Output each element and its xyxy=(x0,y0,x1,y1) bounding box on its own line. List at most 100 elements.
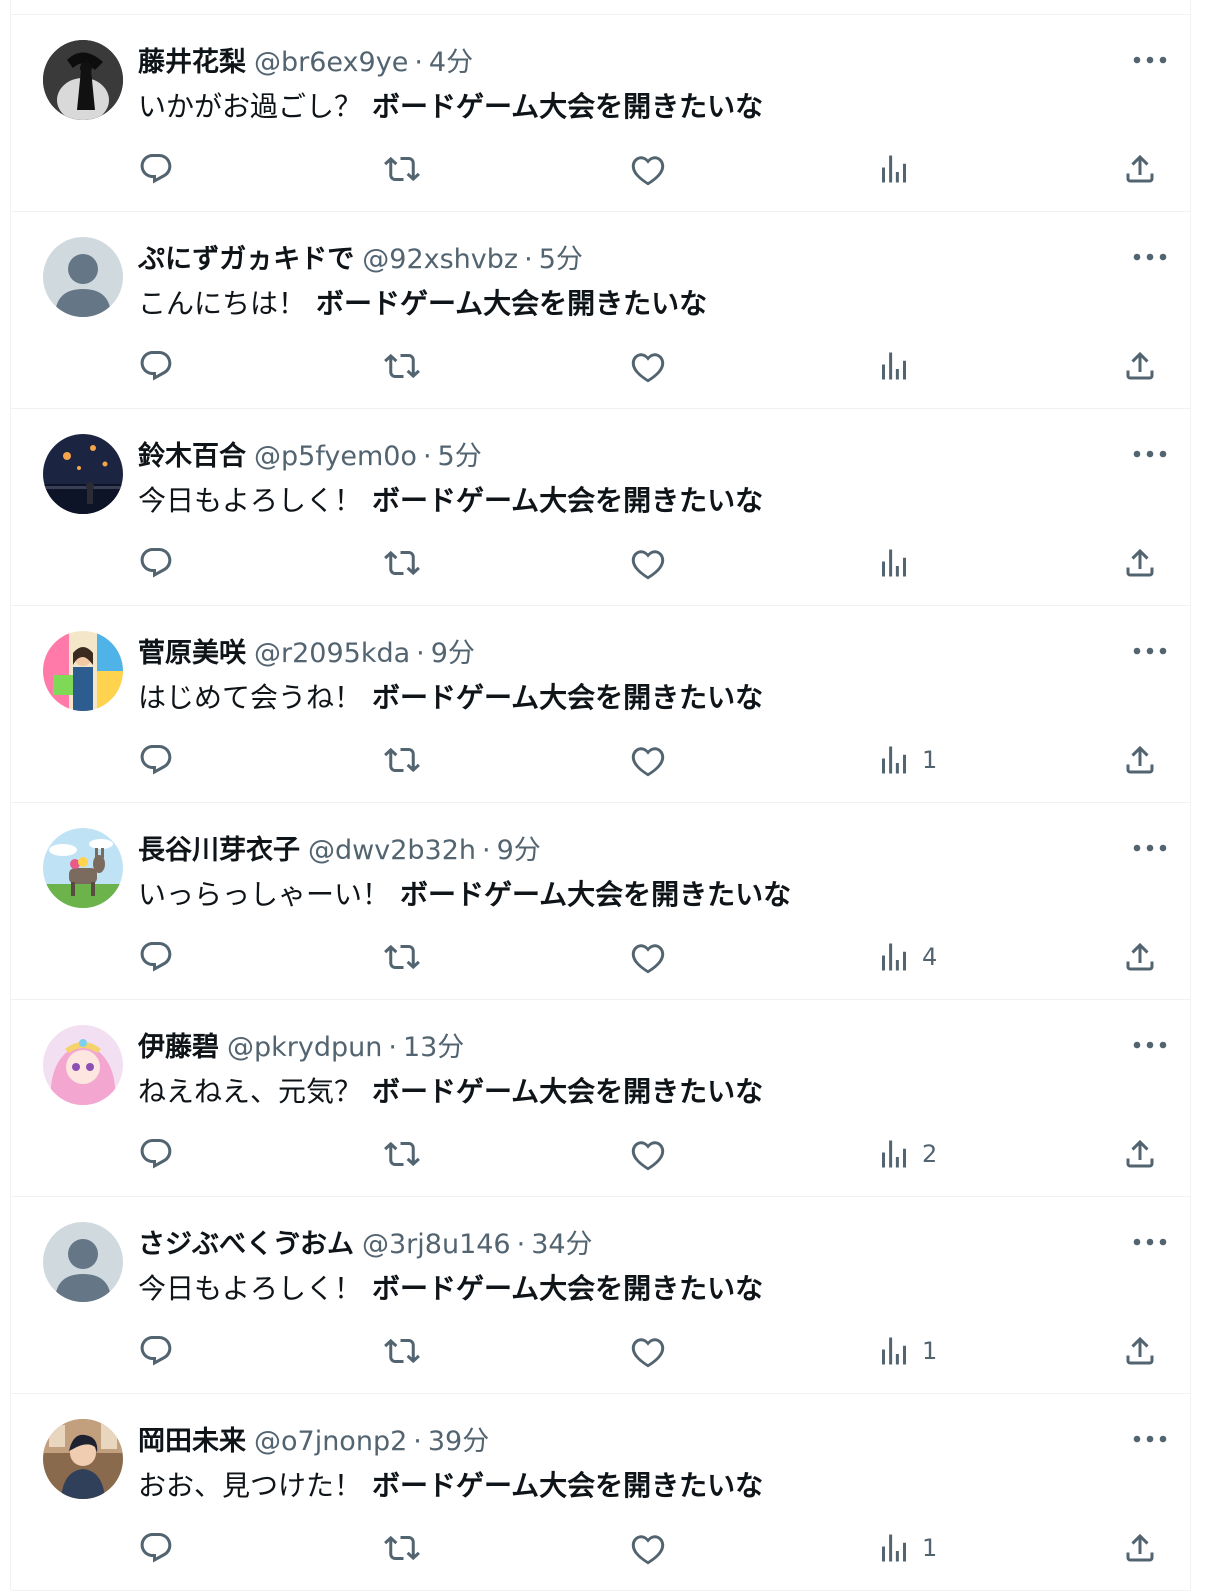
more-button[interactable] xyxy=(1130,240,1170,274)
share-icon xyxy=(1126,942,1154,971)
like-button[interactable] xyxy=(630,1134,666,1174)
like-button[interactable] xyxy=(630,937,666,977)
reply-button[interactable] xyxy=(138,1134,174,1174)
handle[interactable]: @dwv2b32h xyxy=(308,835,476,866)
handle[interactable]: @pkrydpun xyxy=(227,1032,382,1063)
more-button[interactable] xyxy=(1130,831,1170,865)
share-icon xyxy=(1126,1139,1154,1168)
avatar[interactable] xyxy=(43,434,123,514)
display-name[interactable]: 鈴木百合 xyxy=(138,441,246,472)
retweet-button[interactable] xyxy=(384,1134,420,1174)
like-button[interactable] xyxy=(630,1528,666,1568)
share-button[interactable] xyxy=(1122,937,1158,977)
tweet[interactable]: 鈴木百合 @p5fyem0o · 5分 今日もよろしく！ ボードゲーム大会を開きたいな xyxy=(11,409,1190,606)
views-button[interactable]: 2 xyxy=(876,1134,937,1174)
timestamp[interactable]: 5分 xyxy=(438,441,482,472)
more-button[interactable] xyxy=(1130,1225,1170,1259)
timestamp[interactable]: 4分 xyxy=(429,47,473,78)
tweet[interactable]: ぷにずガヵキドで @92xshvbz · 5分 こんにちは！ ボードゲーム大会を開きたい… xyxy=(11,212,1190,409)
more-icon xyxy=(1133,1041,1167,1049)
reply-button[interactable] xyxy=(138,346,174,386)
display-name[interactable]: さジぶべくゔおム xyxy=(138,1229,354,1260)
like-button[interactable] xyxy=(630,543,666,583)
share-button[interactable] xyxy=(1122,1331,1158,1371)
display-name[interactable]: 藤井花梨 xyxy=(138,47,246,78)
tweet-greeting: こんにちは！ xyxy=(138,287,307,320)
display-name[interactable]: 菅原美咲 xyxy=(138,638,246,669)
share-button[interactable] xyxy=(1122,346,1158,386)
more-button[interactable] xyxy=(1130,1028,1170,1062)
tweet[interactable]: 伊藤碧 @pkrydpun · 13分 ねえねえ、元気？ ボードゲーム大会を開きたいな … xyxy=(11,1000,1190,1197)
like-button[interactable] xyxy=(630,740,666,780)
like-button[interactable] xyxy=(630,149,666,189)
tweet-text: 今日もよろしく！ ボードゲーム大会を開きたいな xyxy=(138,483,1130,519)
more-button[interactable] xyxy=(1130,43,1170,77)
avatar-image xyxy=(43,1419,123,1499)
views-count: 1 xyxy=(922,746,938,774)
avatar[interactable] xyxy=(43,1222,123,1302)
avatar[interactable] xyxy=(43,1419,123,1499)
tweet-header: 長谷川芽衣子 @dwv2b32h · 9分 xyxy=(138,834,1110,868)
handle[interactable]: @r2095kda xyxy=(254,638,410,669)
share-button[interactable] xyxy=(1122,1134,1158,1174)
timestamp[interactable]: 9分 xyxy=(431,638,475,669)
share-button[interactable] xyxy=(1122,149,1158,189)
display-name[interactable]: 長谷川芽衣子 xyxy=(138,835,300,866)
tweet[interactable]: 岡田未来 @o7jnonp2 · 39分 おお、見つけた！ ボードゲーム大会を開きたいな… xyxy=(11,1394,1190,1591)
reply-button[interactable] xyxy=(138,149,174,189)
retweet-button[interactable] xyxy=(384,543,420,583)
more-button[interactable] xyxy=(1130,1422,1170,1456)
timestamp[interactable]: 5分 xyxy=(539,244,583,275)
views-button[interactable]: 1 xyxy=(876,740,937,780)
avatar[interactable] xyxy=(43,631,123,711)
views-button[interactable]: 4 xyxy=(876,937,937,977)
retweet-button[interactable] xyxy=(384,149,420,189)
tweet[interactable]: さジぶべくゔおム @3rj8u146 · 34分 今日もよろしく！ ボードゲーム大会を開… xyxy=(11,1197,1190,1394)
views-button[interactable]: 1 xyxy=(876,1528,937,1568)
like-button[interactable] xyxy=(630,346,666,386)
display-name[interactable]: ぷにずガヵキドで xyxy=(138,244,354,275)
reply-button[interactable] xyxy=(138,1331,174,1371)
avatar-image xyxy=(43,631,123,711)
tweet[interactable]: 菅原美咲 @r2095kda · 9分 はじめて会うね！ ボードゲーム大会を開きたいな … xyxy=(11,606,1190,803)
retweet-button[interactable] xyxy=(384,1528,420,1568)
handle[interactable]: @br6ex9ye xyxy=(254,47,408,78)
avatar[interactable] xyxy=(43,1025,123,1105)
tweet-header: 伊藤碧 @pkrydpun · 13分 xyxy=(138,1031,1110,1065)
timestamp[interactable]: 9分 xyxy=(497,835,541,866)
more-button[interactable] xyxy=(1130,437,1170,471)
reply-button[interactable] xyxy=(138,740,174,780)
avatar[interactable] xyxy=(43,40,123,120)
display-name[interactable]: 伊藤碧 xyxy=(138,1032,219,1063)
timestamp[interactable]: 13分 xyxy=(403,1032,464,1063)
reply-button[interactable] xyxy=(138,543,174,583)
timestamp[interactable]: 34分 xyxy=(531,1229,592,1260)
retweet-button[interactable] xyxy=(384,346,420,386)
reply-button[interactable] xyxy=(138,937,174,977)
tweet[interactable]: 長谷川芽衣子 @dwv2b32h · 9分 いっらっしゃーい！ ボードゲーム大会を開きた… xyxy=(11,803,1190,1000)
avatar[interactable] xyxy=(43,828,123,908)
reply-button[interactable] xyxy=(138,1528,174,1568)
retweet-button[interactable] xyxy=(384,937,420,977)
handle[interactable]: @92xshvbz xyxy=(362,244,518,275)
share-button[interactable] xyxy=(1122,1528,1158,1568)
like-button[interactable] xyxy=(630,1331,666,1371)
views-button[interactable] xyxy=(876,149,922,189)
retweet-button[interactable] xyxy=(384,740,420,780)
retweet-button[interactable] xyxy=(384,1331,420,1371)
avatar[interactable] xyxy=(43,237,123,317)
timestamp[interactable]: 39分 xyxy=(428,1426,489,1457)
views-button[interactable]: 1 xyxy=(876,1331,937,1371)
more-button[interactable] xyxy=(1130,634,1170,668)
views-button[interactable] xyxy=(876,346,922,386)
analytics-icon xyxy=(882,352,906,380)
tweet[interactable]: 藤井花梨 @br6ex9ye · 4分 いかがお過ごし？ ボードゲーム大会を開きたいな xyxy=(11,15,1190,212)
views-button[interactable] xyxy=(876,543,922,583)
tweet-header: 鈴木百合 @p5fyem0o · 5分 xyxy=(138,440,1110,474)
handle[interactable]: @p5fyem0o xyxy=(254,441,417,472)
display-name[interactable]: 岡田未来 xyxy=(138,1426,246,1457)
handle[interactable]: @3rj8u146 xyxy=(362,1229,511,1260)
share-button[interactable] xyxy=(1122,543,1158,583)
share-button[interactable] xyxy=(1122,740,1158,780)
handle[interactable]: @o7jnonp2 xyxy=(254,1426,407,1457)
